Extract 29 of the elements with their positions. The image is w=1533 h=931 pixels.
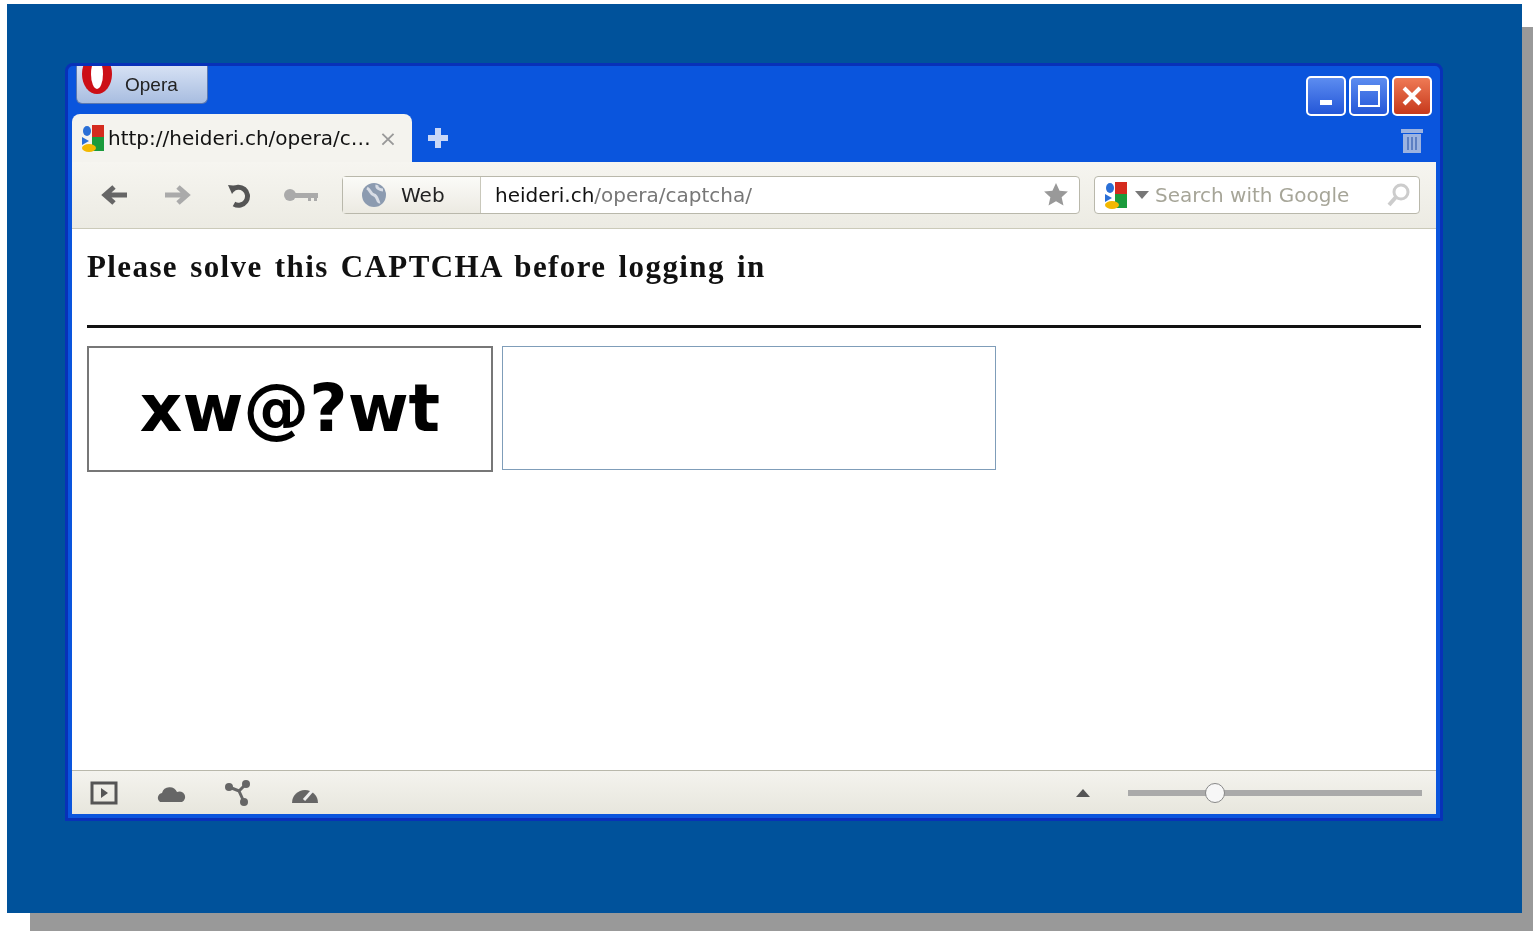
captcha-image: xw@?wt	[87, 346, 493, 472]
maximize-icon	[1357, 84, 1381, 108]
page-heading: Please solve this CAPTCHA before logging in	[87, 249, 767, 285]
maximize-button[interactable]	[1349, 76, 1389, 116]
share-icon[interactable]	[224, 779, 252, 806]
web-mode-button[interactable]: Web	[343, 177, 481, 213]
close-icon	[1400, 84, 1424, 108]
star-icon[interactable]	[1043, 182, 1069, 208]
minimize-button[interactable]	[1306, 76, 1346, 116]
close-button[interactable]	[1392, 76, 1432, 116]
back-icon[interactable]	[101, 184, 129, 206]
google-icon	[80, 123, 106, 153]
google-icon	[1103, 180, 1129, 210]
address-field[interactable]: Web heideri.ch/opera/captcha/	[342, 176, 1080, 214]
new-tab-icon[interactable]	[426, 126, 450, 150]
opera-menu-button[interactable]: Opera	[76, 66, 208, 104]
trash-icon[interactable]	[1400, 126, 1424, 154]
caret-icon[interactable]	[1135, 191, 1149, 199]
globe-icon	[361, 182, 387, 208]
url-domain: heideri.ch	[495, 183, 595, 207]
slider-thumb[interactable]	[1204, 782, 1225, 803]
search-bar[interactable]: Search with Google	[1094, 176, 1420, 214]
panel-toggle-icon[interactable]	[90, 780, 118, 805]
browser-tab[interactable]: http://heideri.ch/opera/c… ×	[72, 114, 412, 162]
answer-field[interactable]	[502, 346, 996, 470]
minimize-icon	[1320, 99, 1332, 105]
url-path: /opera/captcha/	[594, 183, 752, 207]
reload-icon[interactable]	[226, 182, 252, 208]
up-arrow-icon[interactable]	[1076, 788, 1090, 797]
